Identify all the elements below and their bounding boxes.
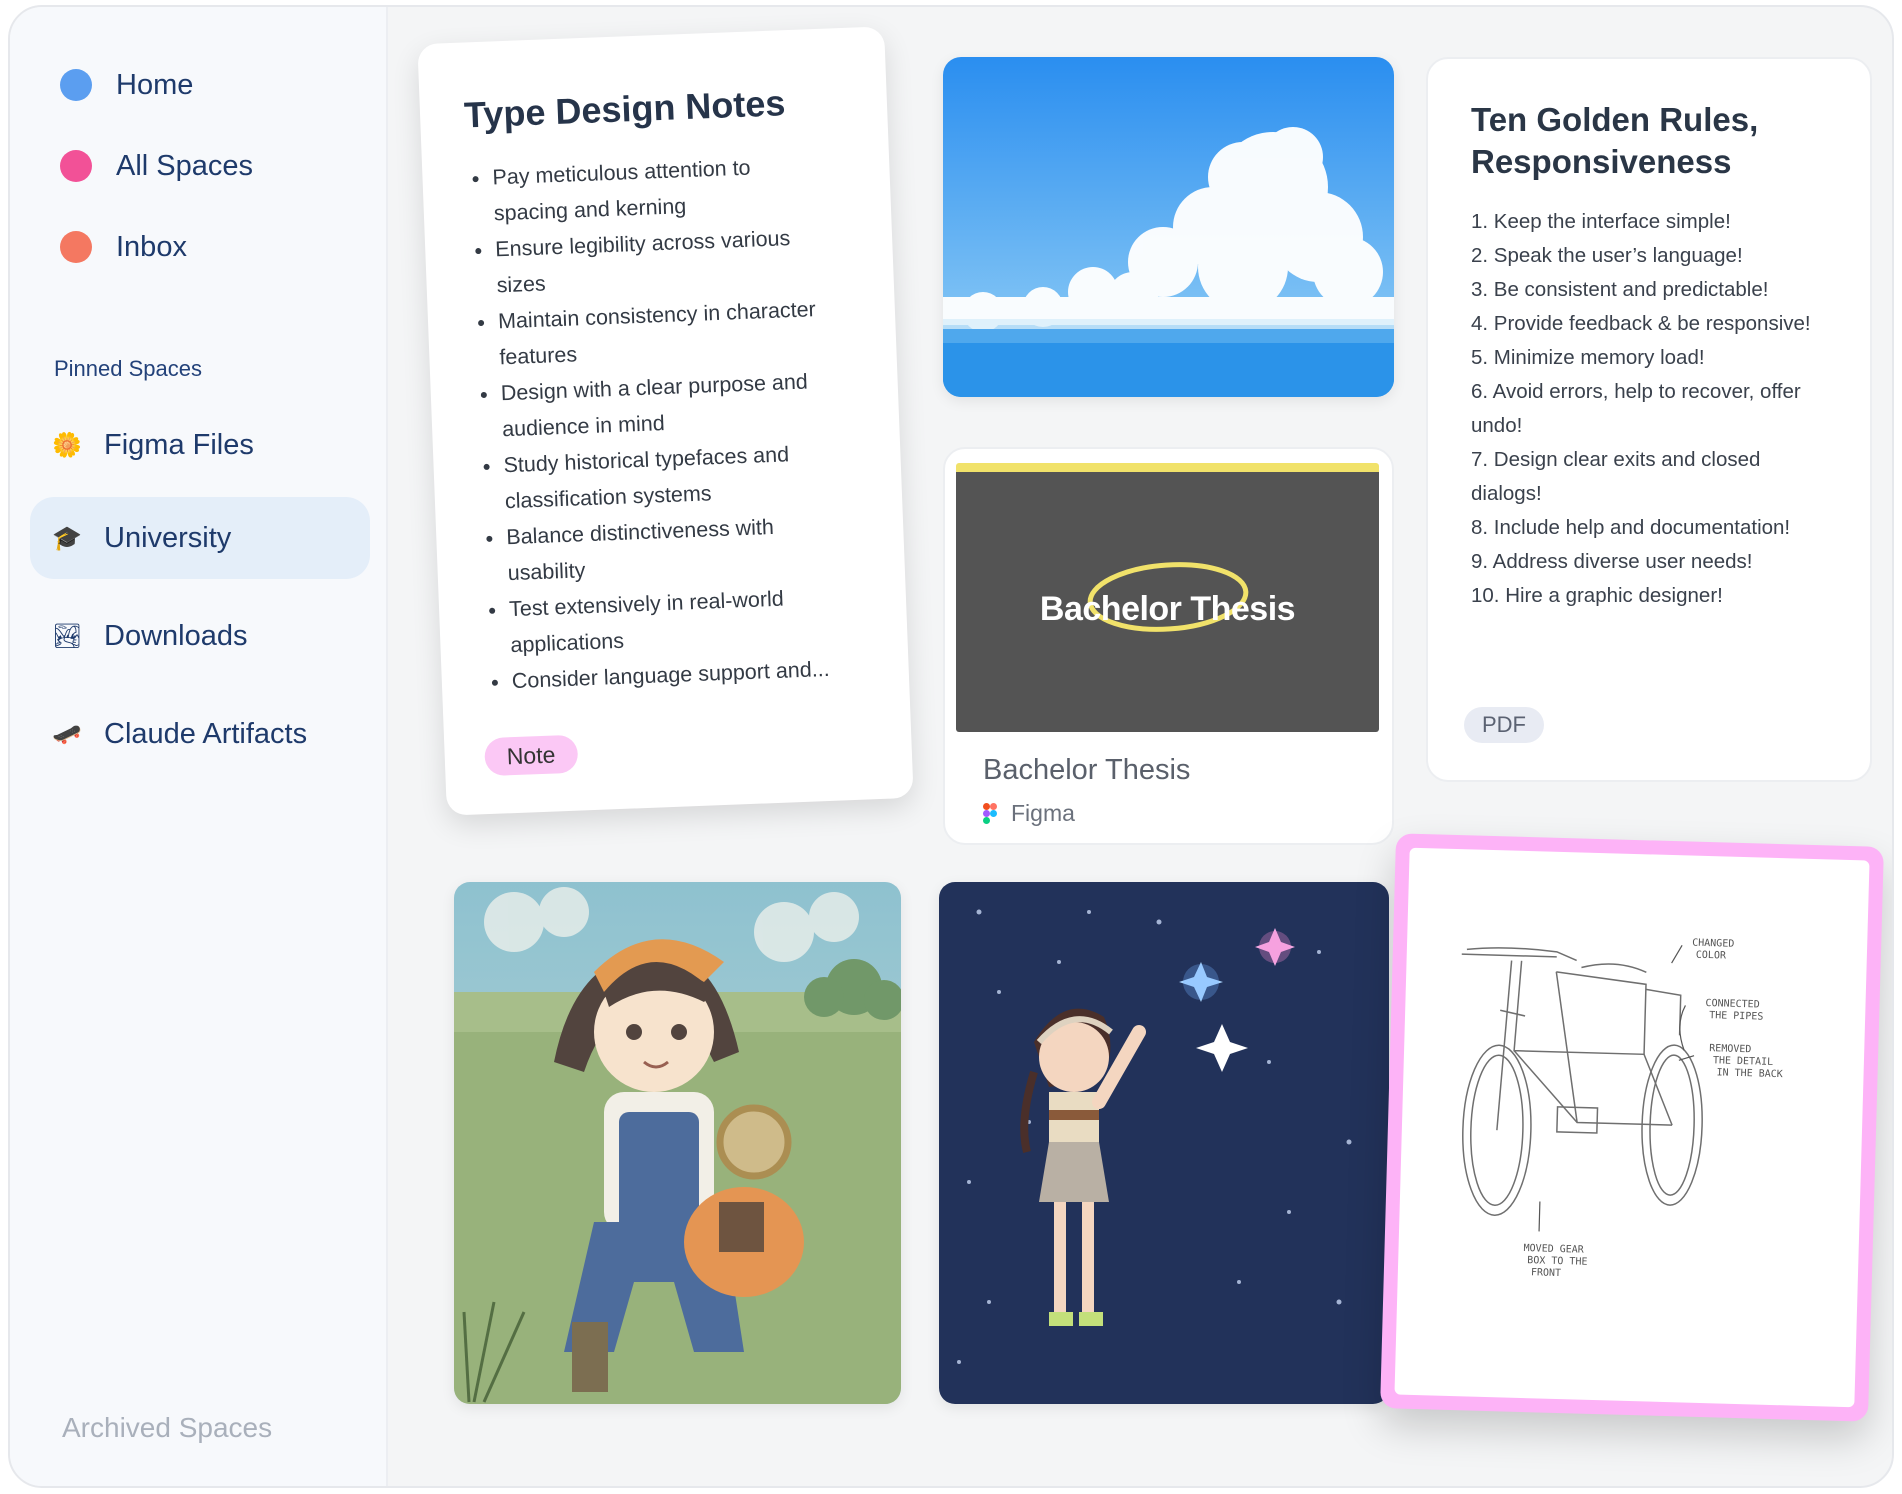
sidebar-item-university[interactable]: 🎓 University [30,497,370,579]
sidebar: Home All Spaces Inbox Pinned Spaces 🌼 Fi… [10,7,388,1486]
sidebar-item-label: Home [116,68,194,101]
inbox-dot-icon [60,231,92,263]
rules-card[interactable]: Ten Golden Rules, Responsiveness 1. Keep… [1426,57,1872,782]
sidebar-item-claude-artifacts[interactable]: 🛹 Claude Artifacts [30,693,370,775]
app-window: Home All Spaces Inbox Pinned Spaces 🌼 Fi… [8,5,1894,1488]
list-item: 1. Keep the interface simple! [1471,210,1731,233]
sidebar-item-label: All Spaces [116,149,254,182]
note-tag-badge: Note [484,734,579,777]
thesis-source: Figma [983,800,1075,827]
list-item: 2. Speak the user’s language! [1471,244,1743,267]
sidebar-item-label: University [104,521,232,554]
sketch-annotation: THE PIPES [1709,1010,1763,1023]
sidebar-item-inbox[interactable]: Inbox [30,206,370,288]
bicycle-sketch: CHANGED COLOR CONNECTED THE PIPES REMOVED THE… [1394,847,1870,1408]
sky-clouds-image-card[interactable] [943,57,1394,397]
illustration-girl-meadow [454,882,901,1404]
sketch-annotation: FRONT [1531,1267,1561,1279]
bicycle-sketch-card[interactable]: CHANGED COLOR CONNECTED THE PIPES REMOVED THE… [1380,833,1884,1422]
sunflower-icon: 🌼 [52,431,82,459]
illustration-girl-meadow-card[interactable] [454,882,901,1404]
sketch-annotation: BOX TO THE [1527,1255,1588,1268]
sketch-annotation: THE DETAIL [1713,1055,1774,1068]
thesis-thumbnail: Bachelor Thesis [956,463,1379,732]
note-list: Pay meticulous attention to spacing and … [466,146,869,700]
all-spaces-dot-icon [60,150,92,182]
thesis-figma-card[interactable]: Bachelor Thesis Bachelor Thesis Figma [943,447,1394,845]
skateboard-icon: 🛹 [52,720,82,748]
sketch-annotation: COLOR [1696,950,1727,962]
pdf-tag-badge: PDF [1464,707,1544,743]
sidebar-item-label: Inbox [116,230,187,263]
home-dot-icon [60,69,92,101]
list-item: 4. Provide feedback & be responsive! [1471,312,1811,335]
list-item: 5. Minimize memory load! [1471,346,1705,369]
graduation-cap-icon: 🎓 [52,524,82,552]
note-card[interactable]: Type Design Notes Pay meticulous attenti… [417,26,914,816]
sidebar-item-label: Figma Files [104,428,254,461]
sidebar-item-all-spaces[interactable]: All Spaces [30,125,370,207]
figma-icon [983,802,997,824]
thesis-source-label: Figma [1011,800,1075,826]
rules-list: 1. Keep the interface simple! 2. Speak t… [1471,205,1836,613]
note-title: Type Design Notes [463,82,787,136]
thesis-thumb-title: Bachelor Thesis [1039,590,1296,628]
list-item: 10. Hire a graphic designer! [1471,584,1723,607]
sky-clouds-image [943,57,1394,397]
sidebar-item-label: Downloads [104,619,248,652]
illustration-girl-stars [939,882,1389,1404]
archived-spaces-link[interactable]: Archived Spaces [62,1412,272,1444]
rules-title: Ten Golden Rules, Responsiveness [1471,101,1759,180]
sketch-annotation: CHANGED [1692,938,1734,950]
sidebar-item-label: Claude Artifacts [104,717,308,750]
sidebar-item-home[interactable]: Home [30,44,370,126]
sketch-annotation: IN THE BACK [1716,1067,1783,1080]
illustration-girl-stars-card[interactable] [939,882,1389,1404]
sketch-annotation: MOVED GEAR [1523,1243,1584,1256]
sidebar-item-downloads[interactable]: 🏞 Downloads [30,595,370,677]
pinned-spaces-heading: Pinned Spaces [54,356,202,381]
thesis-name: Bachelor Thesis [983,754,1191,786]
list-item: 9. Address diverse user needs! [1471,550,1753,573]
list-item: 7. Design clear exits and closed dialogs… [1471,448,1761,505]
sketch-annotation: CONNECTED [1705,998,1759,1011]
sidebar-item-figma-files[interactable]: 🌼 Figma Files [30,404,370,486]
list-item: 8. Include help and documentation! [1471,516,1791,539]
list-item: 6. Avoid errors, help to recover, offer … [1471,380,1801,437]
list-item: 3. Be consistent and predictable! [1471,278,1769,301]
sketch-annotation: REMOVED [1709,1043,1751,1055]
bicycle-sketch-drawing: CHANGEDCOLOR CONNECTEDTHE PIPES REMOVEDTHE… [1461,938,1783,1279]
landscape-picture-icon: 🏞 [52,622,83,650]
